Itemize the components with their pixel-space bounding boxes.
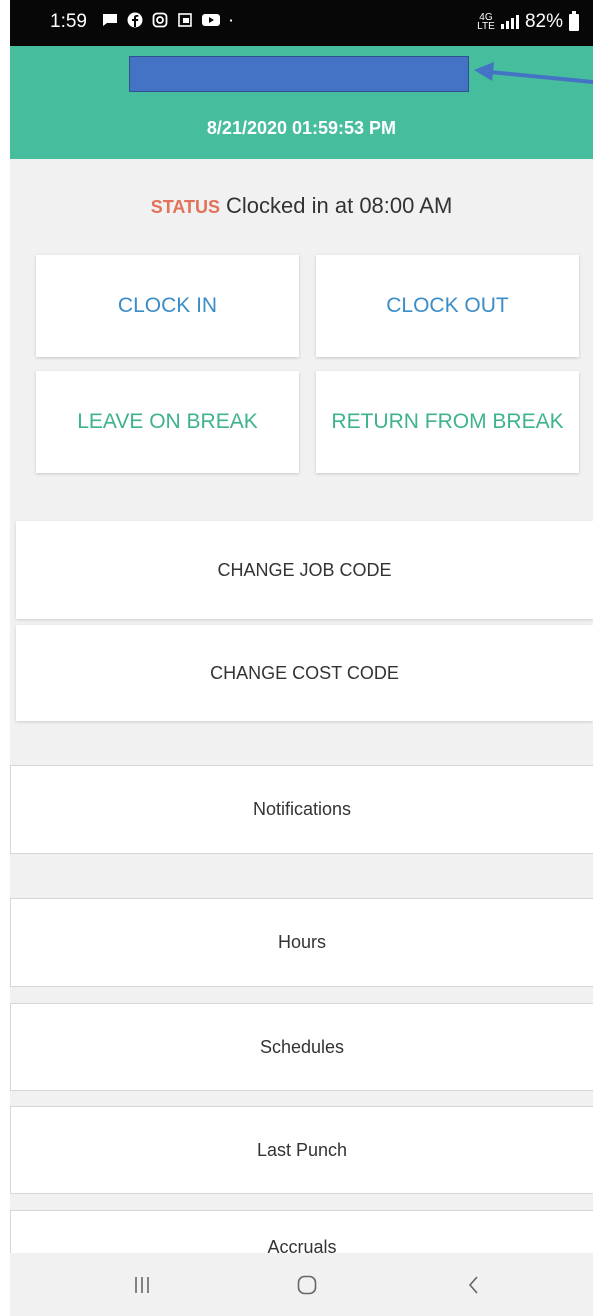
clock-out-button[interactable]: CLOCK OUT: [316, 255, 579, 357]
menu-item-schedules[interactable]: Schedules: [10, 1003, 593, 1091]
cast-icon: [178, 13, 192, 27]
status-right: 4G LTE 82%: [477, 10, 579, 33]
dot-icon: [229, 19, 233, 22]
app-screen: 1:59 4G LTE 82% 8/21/2020 01:59:53 PM STA…: [10, 0, 593, 1316]
facebook-icon: [127, 12, 143, 28]
notification-icons: [102, 12, 237, 28]
message-icon: [103, 14, 117, 26]
menu-item-last-punch[interactable]: Last Punch: [10, 1106, 593, 1194]
back-button[interactable]: [434, 1253, 514, 1316]
home-button[interactable]: [267, 1253, 347, 1316]
change-job-code-button[interactable]: CHANGE JOB CODE: [16, 521, 593, 619]
app-header: 8/21/2020 01:59:53 PM: [10, 46, 593, 159]
status-text: Clocked in at 08:00 AM: [226, 193, 453, 218]
network-icon: 4G LTE: [477, 12, 495, 32]
battery-icon: [569, 10, 579, 31]
change-cost-code-button[interactable]: CHANGE COST CODE: [16, 625, 593, 721]
status-time: 1:59: [50, 11, 87, 32]
clock-in-button[interactable]: CLOCK IN: [36, 255, 299, 357]
current-datetime: 8/21/2020 01:59:53 PM: [206, 118, 397, 138]
signal-icon: [500, 15, 519, 29]
menu-item-hours[interactable]: Hours: [10, 898, 593, 987]
status-label: STATUS: [150, 197, 221, 217]
recent-apps-button[interactable]: [102, 1253, 182, 1316]
status-bar: 1:59 4G LTE 82%: [10, 0, 593, 46]
back-icon: [468, 1276, 478, 1294]
battery-percent: 82%: [524, 11, 563, 32]
youtube-icon: [202, 14, 220, 26]
recent-apps-icon: [135, 1277, 149, 1293]
menu-item-notifications[interactable]: Notifications: [10, 765, 593, 854]
home-icon: [297, 1275, 317, 1295]
return-from-break-button[interactable]: RETURN FROM BREAK: [316, 371, 579, 473]
clock-status: STATUS Clocked in at 08:00 AM: [10, 193, 593, 219]
leave-on-break-button[interactable]: LEAVE ON BREAK: [36, 371, 299, 473]
redacted-name-box: [129, 56, 469, 92]
instagram-icon: [152, 12, 168, 28]
arrow-annotation-icon: [474, 62, 593, 84]
android-nav-bar: [10, 1253, 593, 1316]
